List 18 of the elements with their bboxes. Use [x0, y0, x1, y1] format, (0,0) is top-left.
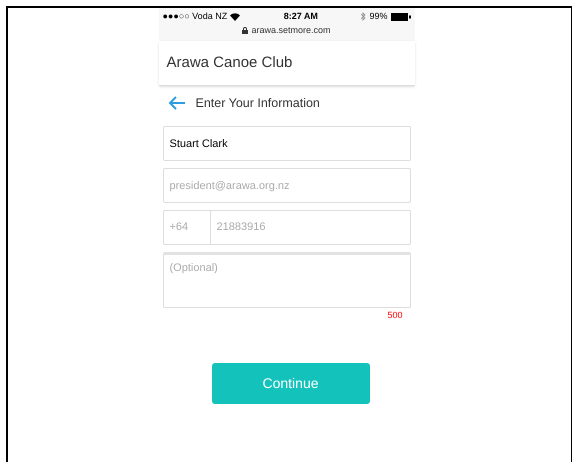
email-field[interactable]: president@arawa.org.nz — [162, 168, 410, 203]
character-counter: 500 — [387, 309, 402, 322]
name-field[interactable]: Stuart Clark — [162, 126, 410, 161]
back-arrow-icon[interactable] — [168, 96, 186, 110]
phone-field[interactable]: 21883916 — [210, 210, 410, 245]
app-title: Arawa Canoe Club — [166, 52, 292, 73]
url-label: arawa.setmore.com — [251, 24, 331, 36]
page-title: Enter Your Information — [196, 94, 320, 112]
country-code-field[interactable]: +64 — [162, 210, 210, 245]
lock-icon — [242, 26, 248, 34]
wifi-icon — [230, 12, 240, 21]
battery-icon — [390, 12, 410, 21]
notes-field[interactable]: (Optional) — [162, 252, 410, 308]
continue-button[interactable]: Continue — [212, 362, 370, 404]
carrier-label: ●●●○○ Voda NZ — [162, 10, 228, 23]
battery-label: 99% — [369, 10, 388, 23]
bluetooth-icon — [361, 12, 366, 22]
clock: 8:27 AM — [284, 10, 318, 23]
